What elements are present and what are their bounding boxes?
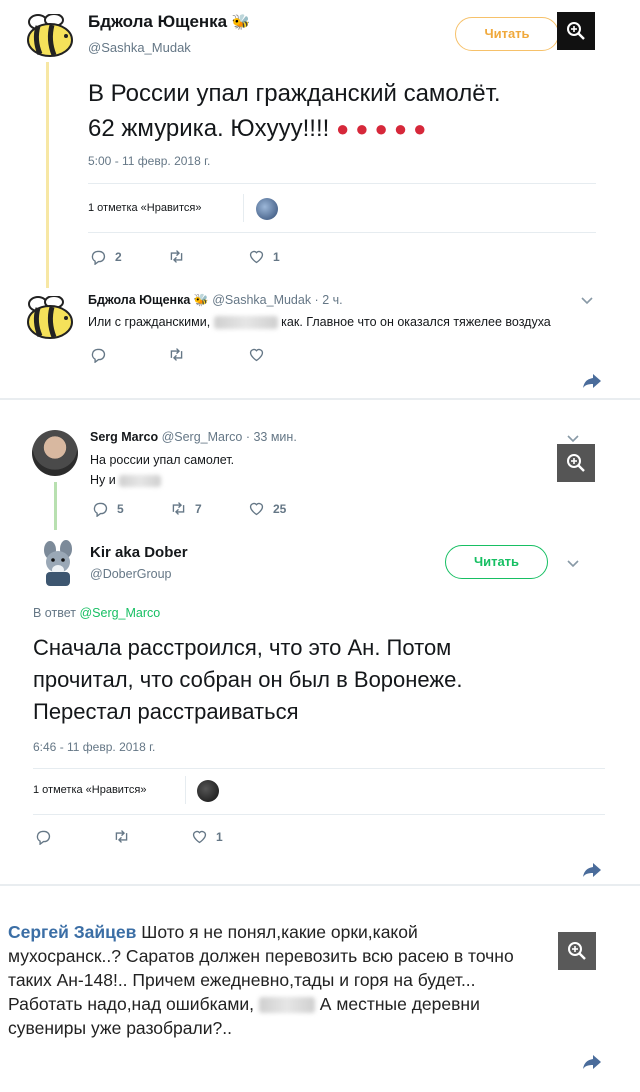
tweet-header: Serg Marco @Serg_Marco · 33 мин. — [90, 430, 297, 444]
reply-header: Бджола Ющенка 🐝 @Sashka_Mudak · 2 ч. — [88, 293, 343, 307]
avatar-dober[interactable] — [34, 540, 80, 588]
balloon-emoji: ●●●●● — [335, 116, 433, 141]
reply-icon — [93, 502, 108, 517]
zoom-icon[interactable] — [557, 444, 595, 482]
censored-word — [213, 316, 278, 330]
reply-button[interactable]: 2 — [90, 248, 122, 265]
tweet-text: Сначала расстроился, что это Ан. Потом п… — [33, 635, 463, 724]
tweet-card-2: Serg Marco @Serg_Marco · 33 мин. На росс… — [0, 402, 640, 882]
likes-summary[interactable]: 1 отметка «Нравится» — [88, 202, 201, 214]
reply-context: В ответ @Serg_Marco — [33, 606, 161, 620]
retweet-icon — [170, 250, 183, 263]
bee-emoji: 🐝 — [231, 14, 251, 31]
retweet-icon — [172, 502, 185, 515]
liker-divider — [185, 776, 186, 804]
follow-button[interactable]: Читать — [455, 17, 559, 51]
share-icon[interactable] — [582, 372, 602, 390]
thread-line — [54, 482, 57, 530]
zoom-icon[interactable] — [558, 932, 596, 970]
chevron-down-icon[interactable] — [580, 296, 594, 306]
reply-icon — [91, 250, 106, 265]
tweet-text: В России упал гражданский самолёт. 62 жм… — [88, 80, 501, 142]
reply-like-button[interactable] — [248, 346, 265, 363]
comment-text: Сергей Зайцев Шото я не понял,какие орки… — [8, 922, 514, 1038]
share-icon[interactable] — [582, 861, 602, 879]
thread-line — [46, 62, 49, 288]
retweet-button[interactable] — [113, 828, 130, 845]
reply-avatar[interactable] — [24, 295, 74, 340]
like-button[interactable]: 1 — [248, 248, 280, 265]
comment-author[interactable]: Сергей Зайцев — [8, 922, 136, 942]
author-handle[interactable]: @DoberGroup — [90, 567, 171, 581]
avatar[interactable] — [24, 13, 74, 58]
bee-emoji: 🐝 — [193, 293, 209, 307]
heart-icon — [249, 250, 264, 264]
author-handle[interactable]: @Sashka_Mudak — [88, 40, 191, 55]
like-button[interactable]: 25 — [248, 500, 286, 517]
author-name[interactable]: Бджола Ющенка 🐝 — [88, 12, 251, 32]
like-button[interactable]: 1 — [191, 828, 223, 845]
reply-to-link[interactable]: @Serg_Marco — [79, 606, 160, 620]
retweet-button[interactable]: 7 — [170, 500, 202, 517]
comment-card: Сергей Зайцев Шото я не понял,какие орки… — [0, 888, 640, 1092]
author-handle[interactable]: @Serg_Marco · 33 мин. — [162, 430, 297, 444]
chevron-down-icon[interactable] — [566, 559, 580, 569]
reply-text: Или с гражданскими, как. Главное что он … — [88, 315, 551, 330]
heart-icon — [192, 830, 207, 844]
reply-button[interactable] — [35, 828, 52, 845]
share-icon[interactable] — [582, 1053, 602, 1071]
heart-icon — [249, 348, 264, 362]
reply-icon — [91, 348, 106, 363]
timestamp[interactable]: 5:00 - 11 февр. 2018 г. — [88, 154, 210, 168]
tweet-text: На россии упал самолет. Ну и — [90, 453, 235, 487]
reply-reply-button[interactable] — [90, 346, 107, 363]
reply-retweet-button[interactable] — [168, 346, 185, 363]
reply-icon — [36, 830, 51, 845]
chevron-down-icon[interactable] — [566, 434, 580, 444]
liker-avatar[interactable] — [197, 780, 219, 802]
retweet-icon — [115, 830, 128, 843]
heart-icon — [249, 502, 264, 516]
liker-avatar[interactable] — [256, 198, 278, 220]
zoom-icon[interactable] — [557, 12, 595, 50]
retweet-button[interactable] — [168, 248, 185, 265]
reply-author-name[interactable]: Бджола Ющенка — [88, 293, 190, 307]
timestamp[interactable]: 6:46 - 11 февр. 2018 г. — [33, 740, 155, 754]
likes-summary[interactable]: 1 отметка «Нравится» — [33, 784, 146, 796]
liker-divider — [243, 194, 244, 222]
avatar[interactable] — [32, 430, 78, 476]
tweet-card-1: Бджола Ющенка 🐝 @Sashka_Mudak Читать В Р… — [0, 0, 640, 395]
censored-word — [258, 997, 315, 1014]
author-name[interactable]: Serg Marco — [90, 430, 158, 444]
retweet-icon — [170, 348, 183, 361]
reply-button[interactable]: 5 — [92, 500, 124, 517]
follow-button[interactable]: Читать — [445, 545, 548, 579]
reply-author-handle[interactable]: @Sashka_Mudak · 2 ч. — [212, 293, 342, 307]
censored-word — [119, 474, 162, 487]
author-name[interactable]: Kir aka Dober — [90, 544, 188, 561]
